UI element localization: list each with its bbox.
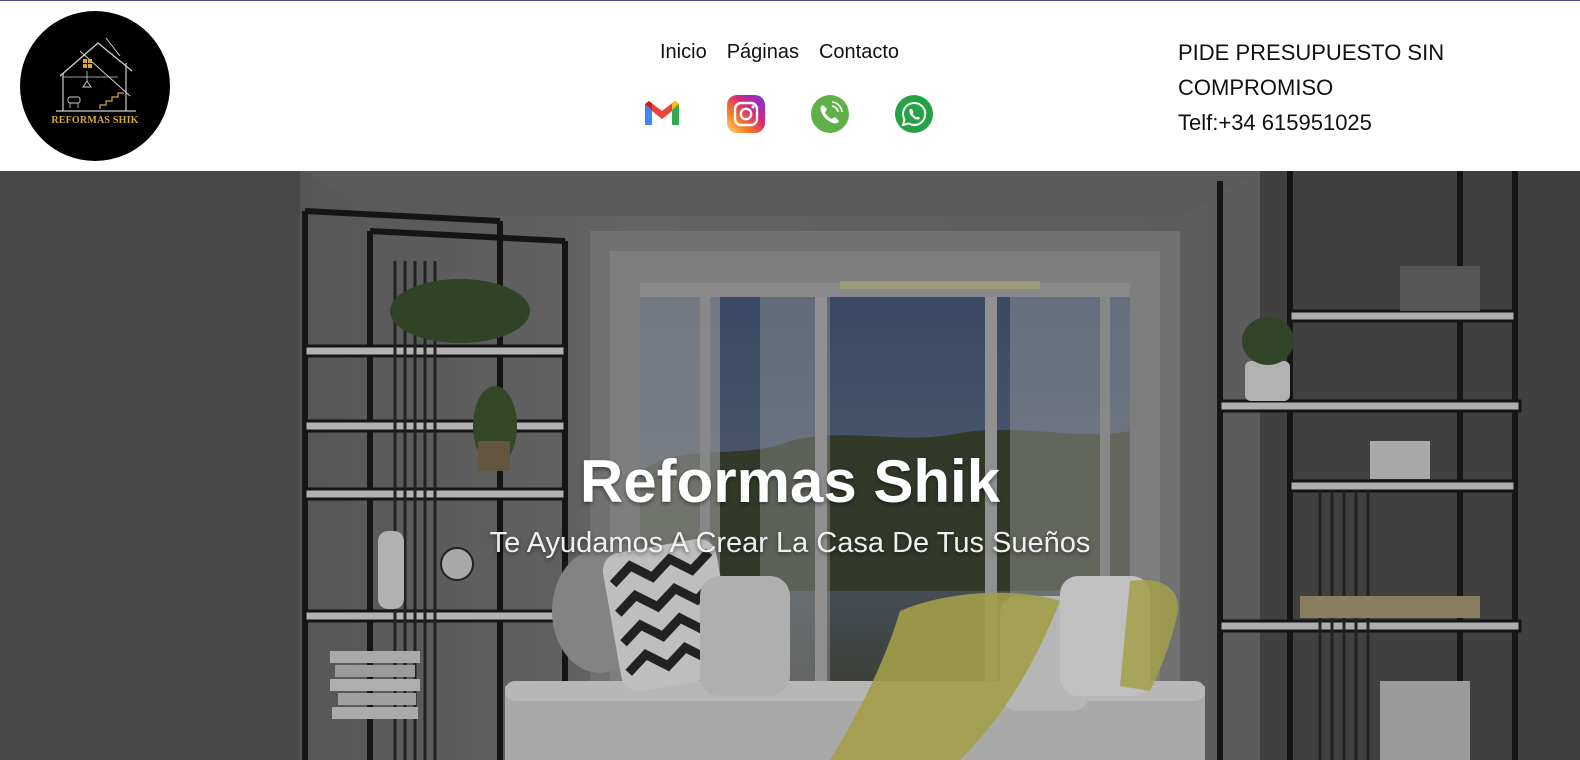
hero-section: Reformas Shik Te Ayudamos A Crear La Cas… — [0, 171, 1580, 760]
logo[interactable]: REFORMAS SHIK — [20, 11, 170, 161]
hero-subtitle: Te Ayudamos A Crear La Casa De Tus Sueño… — [489, 527, 1091, 559]
instagram-link[interactable] — [726, 94, 766, 134]
main-nav: Inicio Páginas Contacto — [660, 41, 899, 64]
phone-icon — [811, 95, 849, 133]
page: REFORMAS SHIK Inicio Páginas Contacto PI… — [0, 0, 1580, 760]
logo-text: REFORMAS SHIK — [51, 115, 139, 126]
nav-link-inicio[interactable]: Inicio — [660, 41, 707, 64]
nav-link-paginas[interactable]: Páginas — [727, 41, 799, 64]
phone-number[interactable]: Telf:+34 615951025 — [1178, 105, 1518, 140]
gmail-icon — [645, 101, 679, 125]
quote-line-1: PIDE PRESUPUESTO SIN — [1178, 40, 1445, 65]
hero-title: Reformas Shik — [579, 448, 1001, 515]
nav-link-contacto[interactable]: Contacto — [819, 41, 899, 64]
house-logo-icon — [56, 37, 136, 112]
site-header: REFORMAS SHIK Inicio Páginas Contacto PI… — [0, 1, 1580, 171]
quote-line-2: COMPROMISO — [1178, 75, 1334, 100]
whatsapp-icon — [895, 95, 933, 133]
contact-info: PIDE PRESUPUESTO SIN COMPROMISO Telf:+34… — [1178, 35, 1518, 140]
gmail-link[interactable] — [642, 94, 682, 134]
instagram-icon — [727, 95, 765, 133]
whatsapp-link[interactable] — [894, 94, 934, 134]
phone-link[interactable] — [810, 94, 850, 134]
